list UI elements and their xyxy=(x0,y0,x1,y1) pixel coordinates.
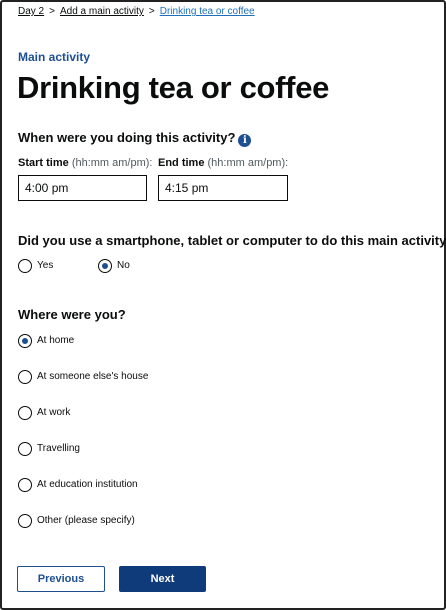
location-option-label: Other (please specify) xyxy=(37,515,135,526)
info-icon[interactable]: i xyxy=(238,134,252,147)
location-option-at-work[interactable]: At work xyxy=(18,406,218,422)
time-question-text: When were you doing this activity? xyxy=(18,130,236,145)
breadcrumb-separator: > xyxy=(148,6,155,17)
location-option-education-institution[interactable]: At education institution xyxy=(18,478,218,494)
device-option-yes[interactable]: Yes xyxy=(18,259,78,275)
location-radio-at-home[interactable] xyxy=(18,334,32,348)
location-radio-education-institution[interactable] xyxy=(18,478,32,492)
previous-button[interactable]: Previous xyxy=(17,566,105,592)
breadcrumb-link-current[interactable]: Drinking tea or coffee xyxy=(160,6,255,17)
device-option-label: Yes xyxy=(37,260,54,271)
device-option-no[interactable]: No xyxy=(98,259,158,275)
start-time-label-text: Start time xyxy=(18,157,69,169)
location-option-label: At someone else's house xyxy=(37,371,149,382)
end-time-label: End time (hh:mm am/pm): xyxy=(158,157,288,169)
end-time-hint: (hh:mm am/pm): xyxy=(207,157,289,169)
device-option-label: No xyxy=(117,260,130,271)
location-question: Where were you? xyxy=(18,307,126,322)
location-radio-travelling[interactable] xyxy=(18,442,32,456)
location-radio-at-work[interactable] xyxy=(18,406,32,420)
end-time-input[interactable]: 4:15 pm xyxy=(158,175,288,201)
end-time-label-text: End time xyxy=(158,157,205,169)
page-title: Drinking tea or coffee xyxy=(17,70,330,105)
location-option-other[interactable]: Other (please specify) xyxy=(18,514,218,530)
location-option-travelling[interactable]: Travelling xyxy=(18,442,218,458)
breadcrumb: Day 2 > Add a main activity > Drinking tea o… xyxy=(18,6,255,17)
breadcrumb-link-day[interactable]: Day 2 xyxy=(18,6,44,17)
start-time-input[interactable]: 4:00 pm xyxy=(18,175,147,201)
device-radio-no[interactable] xyxy=(98,259,112,273)
next-button[interactable]: Next xyxy=(119,566,206,592)
device-question: Did you use a smartphone, tablet or comp… xyxy=(18,233,446,248)
location-option-at-home[interactable]: At home xyxy=(18,334,218,350)
breadcrumb-link-add-main-activity[interactable]: Add a main activity xyxy=(60,6,144,17)
start-time-label: Start time (hh:mm am/pm): xyxy=(18,157,153,169)
location-option-someone-elses-house[interactable]: At someone else's house xyxy=(18,370,218,386)
location-radio-someone-elses-house[interactable] xyxy=(18,370,32,384)
location-radio-other[interactable] xyxy=(18,514,32,528)
start-time-hint: (hh:mm am/pm): xyxy=(71,157,153,169)
time-question: When were you doing this activity? i xyxy=(18,130,252,147)
device-radio-yes[interactable] xyxy=(18,259,32,273)
location-option-label: At education institution xyxy=(37,479,138,490)
breadcrumb-separator: > xyxy=(49,6,55,17)
location-option-label: Travelling xyxy=(37,443,80,454)
location-option-label: At work xyxy=(37,407,71,418)
page-caption: Main activity xyxy=(18,50,91,64)
location-option-label: At home xyxy=(37,335,75,346)
